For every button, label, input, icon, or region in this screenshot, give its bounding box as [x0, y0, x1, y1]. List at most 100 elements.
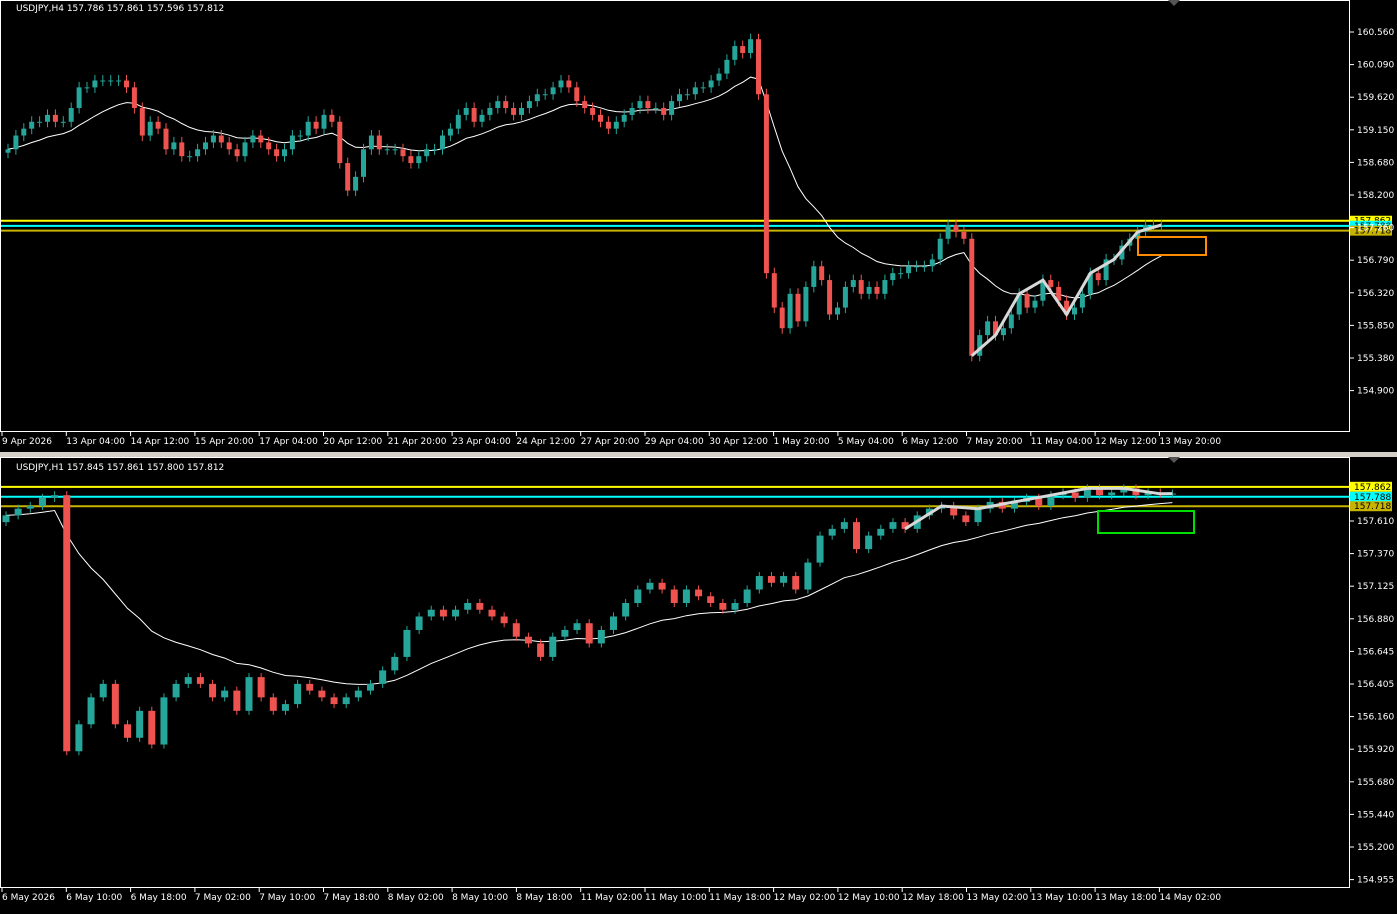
candle-body [376, 135, 382, 150]
h1-title: USDJPY,H1 157.845 157.861 157.800 157.81… [16, 463, 224, 473]
x-tick-label: 12 May 10:00 [838, 893, 900, 903]
candle-body [708, 80, 714, 88]
candle-body [76, 87, 82, 109]
x-tick-label: 12 May 18:00 [902, 893, 964, 903]
candle-body [282, 149, 287, 157]
candle-body [163, 128, 169, 150]
candle-body [795, 293, 801, 322]
y-tick-label: 155.200 [1357, 843, 1394, 853]
candle-body [828, 528, 836, 536]
zigzag-line[interactable] [970, 223, 1162, 357]
candle-body [269, 697, 277, 711]
candle-body [850, 280, 856, 287]
candle-body [250, 135, 256, 143]
candle-body [318, 690, 326, 698]
x-tick-label: 20 Apr 12:00 [324, 437, 383, 447]
candle-body [124, 724, 131, 738]
candle-body [524, 636, 532, 644]
zone-rectangle[interactable] [1137, 236, 1207, 256]
candle-body [184, 677, 192, 684]
candle-body [439, 609, 447, 617]
x-tick-label: 14 May 02:00 [1159, 893, 1221, 903]
candle-body [561, 629, 569, 637]
candle-body [743, 589, 751, 603]
candle-body [511, 108, 517, 115]
candle-body [974, 508, 982, 523]
candle-body [21, 128, 27, 136]
candle-body [740, 46, 746, 53]
x-tick-label: 6 May 2026 [2, 893, 55, 903]
candle-body [792, 576, 800, 590]
y-tick-label: 159.620 [1357, 93, 1394, 103]
candle-body [38, 497, 46, 506]
y-tick-label: 157.125 [1357, 582, 1394, 592]
candle-body [342, 697, 350, 705]
x-tick-label: 12 May 12:00 [1095, 437, 1157, 447]
y-tick-label: 158.200 [1357, 191, 1394, 201]
candle-body [131, 87, 137, 109]
candle-body [658, 582, 666, 590]
candle-body [1000, 328, 1006, 336]
candle-body [962, 515, 970, 523]
shift-marker-icon[interactable] [1168, 0, 1180, 6]
candle-body [415, 616, 423, 630]
candle-body [566, 80, 572, 88]
candle-body [424, 149, 430, 157]
x-tick-label: 7 May 10:00 [259, 893, 315, 903]
candle-body [613, 121, 619, 129]
candle-body [961, 231, 967, 239]
y-tick-label: 159.150 [1357, 126, 1394, 136]
x-tick-label: 13 May 20:00 [1159, 437, 1221, 447]
h4-title: USDJPY,H4 157.786 157.861 157.596 157.81… [16, 4, 224, 14]
x-tick-label: 30 Apr 12:00 [709, 437, 768, 447]
y-tick-label: 156.160 [1357, 713, 1394, 723]
candle-body [187, 156, 193, 158]
candle-body [392, 149, 398, 151]
x-tick-label: 13 May 10:00 [1031, 893, 1093, 903]
x-tick-label: 11 May 04:00 [1031, 437, 1093, 447]
candle-body [816, 535, 824, 563]
candle-body [1108, 492, 1116, 496]
candle-body [669, 101, 675, 115]
h4-chart-panel[interactable]: USDJPY,H4 157.786 157.861 157.596 157.81… [0, 0, 1397, 452]
x-tick-label: 7 May 20:00 [967, 437, 1023, 447]
candle-body [512, 623, 520, 637]
y-tick-label: 156.405 [1357, 680, 1394, 690]
candle-body [403, 629, 411, 657]
y-tick-label: 155.850 [1357, 321, 1394, 331]
candle-body [440, 135, 445, 150]
candle-body [804, 562, 812, 590]
candle-body [321, 114, 327, 129]
candle-body [218, 135, 224, 143]
candle-body [661, 108, 667, 115]
candle-body [305, 121, 311, 136]
zone-rectangle[interactable] [1097, 510, 1195, 534]
candle-body [898, 273, 904, 275]
x-tick-label: 17 Apr 04:00 [259, 437, 318, 447]
candle-body [670, 589, 678, 603]
y-tick-label: 154.955 [1357, 876, 1394, 886]
candle-body [209, 683, 217, 698]
candle-body [281, 704, 289, 711]
h1-chart-svg[interactable]: USDJPY,H1 157.845 157.861 157.800 157.81… [0, 457, 1397, 910]
x-tick-label: 24 Apr 12:00 [516, 437, 575, 447]
candle-body [313, 121, 319, 129]
candle-body [953, 225, 959, 232]
x-tick-label: 23 Apr 04:00 [452, 437, 511, 447]
candle-body [787, 293, 793, 329]
candle-body [1095, 273, 1101, 281]
candle-body [763, 94, 769, 274]
candle-body [391, 656, 399, 671]
x-tick-label: 21 Apr 20:00 [388, 437, 447, 447]
candle-body [52, 114, 58, 122]
candle-body [889, 522, 897, 529]
candle-body [803, 286, 809, 322]
candle-body [14, 508, 22, 516]
shift-marker-icon[interactable] [1168, 457, 1180, 463]
h4-chart-svg[interactable]: USDJPY,H4 157.786 157.861 157.596 157.81… [0, 0, 1397, 452]
candle-body [732, 46, 738, 60]
candle-body [92, 80, 98, 88]
candle-body [890, 273, 896, 281]
candle-body [537, 643, 545, 657]
h1-chart-panel[interactable]: USDJPY,H1 157.845 157.861 157.800 157.81… [0, 457, 1397, 910]
